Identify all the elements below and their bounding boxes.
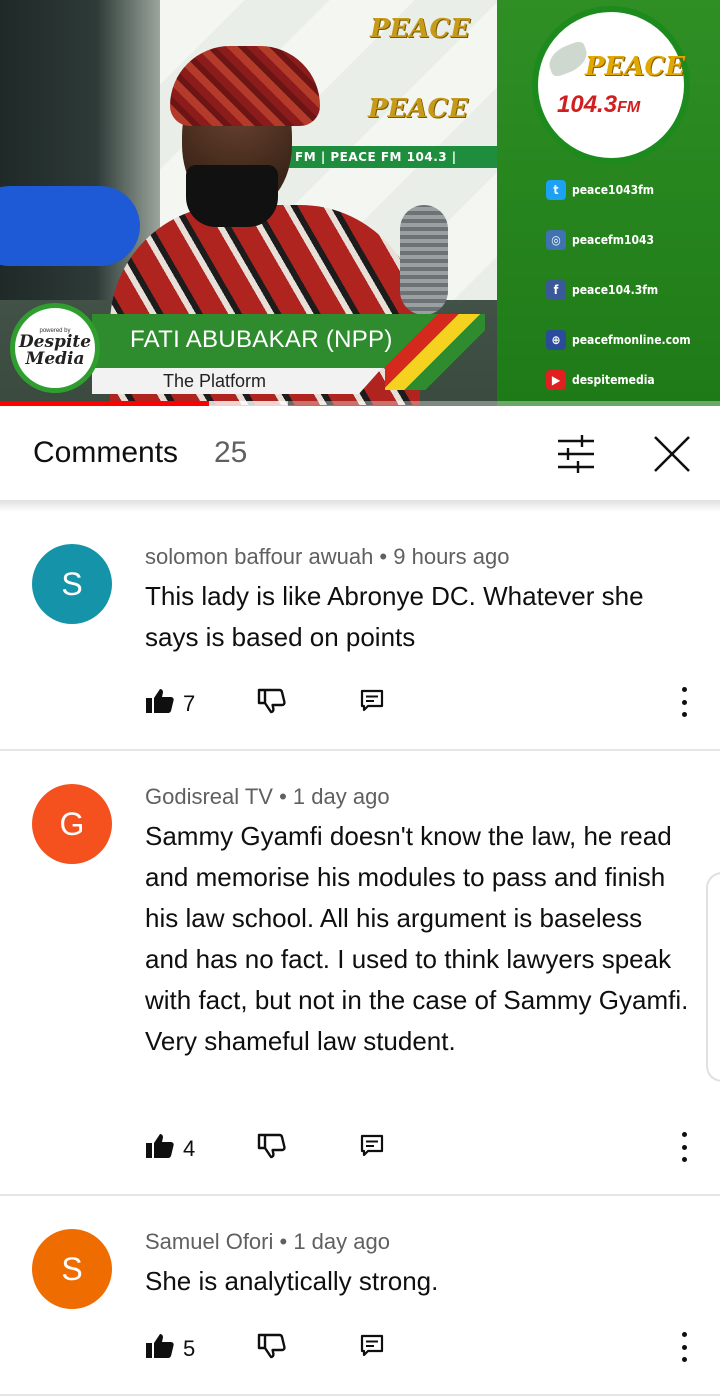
more-dot-icon [681, 1132, 687, 1137]
comments-count: 25 [214, 436, 248, 469]
more-options-button[interactable] [672, 1332, 696, 1362]
meta-separator: • [273, 1229, 294, 1254]
social-handle-text: despitemedia [572, 373, 655, 387]
thumbs-down-icon [257, 1133, 287, 1164]
lower-third-name: FATI ABUBAKAR (NPP) [130, 326, 393, 353]
avatar[interactable]: G [32, 784, 112, 864]
more-dot-icon [681, 1144, 687, 1150]
like-count: 7 [183, 690, 196, 716]
like-button[interactable]: 4 [145, 1133, 195, 1164]
peace-fm-logo [532, 6, 690, 164]
microphone-right [400, 205, 448, 315]
more-dot-icon [681, 687, 687, 692]
more-options-button[interactable] [672, 1132, 696, 1162]
comment-author[interactable]: Samuel Ofori [145, 1229, 273, 1254]
avatar[interactable]: S [32, 1229, 112, 1309]
dislike-button[interactable] [257, 1333, 287, 1364]
social-handle-text: peace1043fm [572, 183, 655, 197]
presenter-mask [186, 165, 278, 227]
youtube-icon: ▶ [546, 370, 566, 390]
social-handle-row: ◎ peacefm1043 [546, 230, 654, 250]
backdrop-logo: PEACE [370, 14, 471, 44]
facebook-icon: f [546, 280, 566, 300]
social-handle-text: peacefmonline.com [572, 333, 691, 347]
logo-frequency: 104.3FM [557, 91, 641, 118]
like-button[interactable]: 5 [145, 1333, 195, 1364]
thumbs-up-icon [145, 1333, 175, 1364]
lower-third-show: The Platform [163, 371, 267, 391]
filter-sliders-icon [558, 435, 594, 473]
avatar[interactable]: S [32, 544, 112, 624]
video-player[interactable]: PEACE PEACE FM | PEACE FM 104.3 | PEACE … [0, 0, 720, 406]
meta-separator: • [272, 784, 293, 809]
studio-banner: FM | PEACE FM 104.3 | [285, 146, 497, 168]
comment-meta: Godisreal TV • 1 day ago [145, 784, 390, 810]
close-icon [654, 436, 690, 472]
more-dot-icon [681, 1344, 687, 1350]
more-dot-icon [681, 1332, 687, 1337]
web-icon: ⊕ [546, 330, 566, 350]
comment-time: 9 hours ago [393, 544, 510, 569]
dislike-button[interactable] [257, 1133, 287, 1164]
comment-time: 1 day ago [293, 1229, 390, 1254]
comment-divider [0, 1194, 720, 1196]
comment-meta: Samuel Ofori • 1 day ago [145, 1229, 390, 1255]
reply-comment-icon [360, 1334, 384, 1363]
logo-name: PEACE [585, 52, 686, 82]
reply-button[interactable] [360, 689, 384, 718]
more-options-button[interactable] [672, 687, 696, 717]
social-handle-text: peace104.3fm [572, 283, 659, 297]
microphone-left [0, 186, 140, 266]
social-handle-text: peacefm1043 [572, 233, 655, 247]
like-count: 4 [183, 1135, 196, 1161]
header-divider [0, 500, 720, 512]
close-comments-button[interactable] [648, 430, 696, 478]
thumbs-down-icon [257, 1333, 287, 1364]
more-dot-icon [681, 1357, 687, 1362]
reply-button[interactable] [360, 1334, 384, 1363]
despite-media-logo: powered by Despite Media [10, 303, 100, 393]
lower-third-stripe [385, 314, 485, 390]
meta-separator: • [373, 544, 394, 569]
comment-meta: solomon baffour awuah • 9 hours ago [145, 544, 509, 570]
more-dot-icon [681, 712, 687, 717]
comment-text: This lady is like Abronye DC. Whatever s… [145, 581, 644, 652]
thumbs-down-icon [257, 688, 287, 719]
dislike-button[interactable] [257, 688, 287, 719]
thumbs-up-icon [145, 1133, 175, 1164]
social-handle-row: f peace104.3fm [546, 280, 658, 300]
social-handle-row: t peace1043fm [546, 180, 654, 200]
comment-author[interactable]: Godisreal TV [145, 784, 273, 809]
like-button[interactable]: 7 [145, 688, 195, 719]
thumbs-up-icon [145, 688, 175, 719]
comments-title: Comments [33, 436, 179, 469]
comment-text: She is analytically strong. [145, 1266, 439, 1296]
more-dot-icon [681, 1157, 687, 1162]
twitter-icon: t [546, 180, 566, 200]
reply-comment-icon [360, 1134, 384, 1163]
social-handle-row: ⊕ peacefmonline.com [546, 330, 691, 350]
side-handle[interactable] [706, 872, 720, 1082]
backdrop-logo: PEACE [368, 94, 469, 124]
instagram-icon: ◎ [546, 230, 566, 250]
comment-text: Sammy Gyamfi doesn't know the law, he re… [145, 821, 689, 1056]
social-handle-row: ▶ despitemedia [546, 370, 655, 390]
reply-comment-icon [360, 689, 384, 718]
comment-divider [0, 749, 720, 751]
sort-filter-button[interactable] [552, 432, 600, 478]
more-dot-icon [681, 699, 687, 705]
comment-divider [0, 1394, 720, 1396]
sponsor-line-2: Media [25, 349, 85, 369]
reply-button[interactable] [360, 1134, 384, 1163]
like-count: 5 [183, 1335, 196, 1361]
comment-author[interactable]: solomon baffour awuah [145, 544, 373, 569]
comment-time: 1 day ago [292, 784, 390, 809]
